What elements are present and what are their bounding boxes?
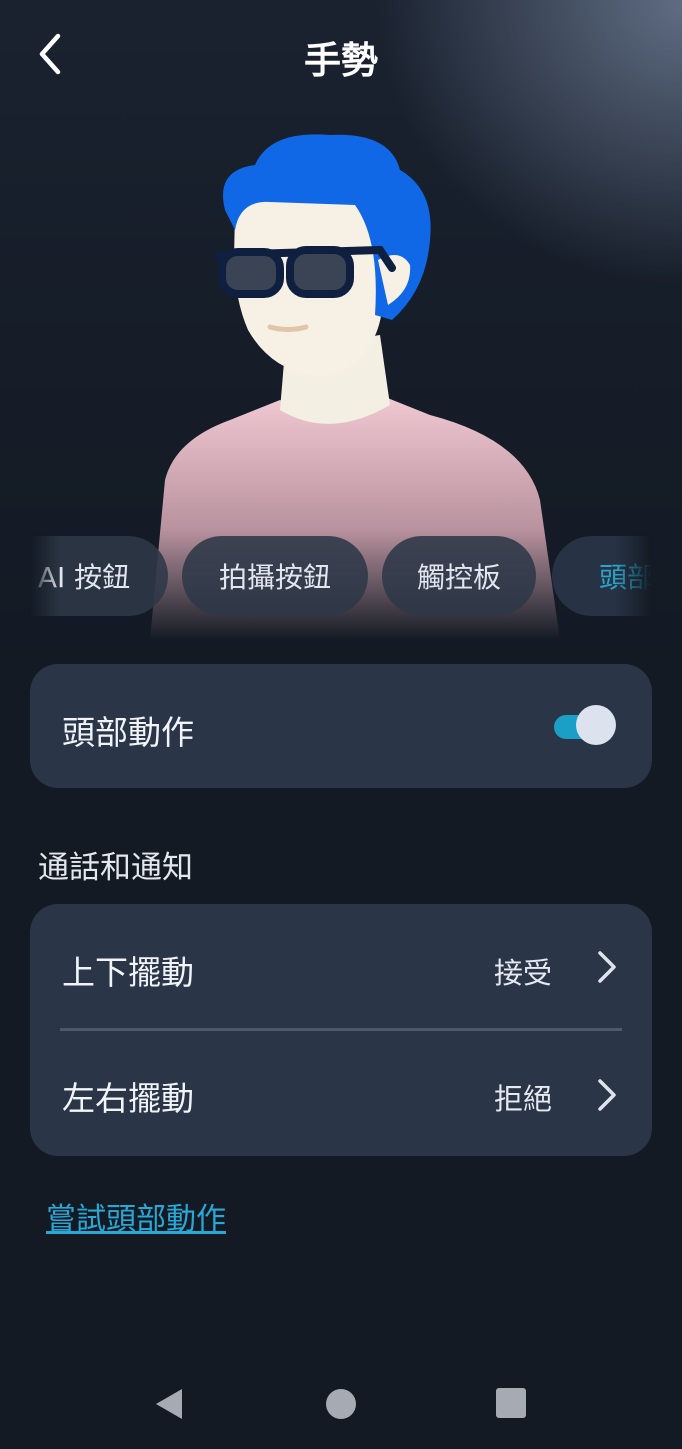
row-value: 拒絕 <box>493 1082 552 1116</box>
chevron-right-icon <box>598 1079 616 1111</box>
try-head-gestures-link[interactable]: 嘗試頭部動作 <box>46 1194 226 1238</box>
page-title: 手勢 <box>304 39 378 82</box>
tab-label: 觸控板 <box>416 561 501 594</box>
nav-back-icon[interactable] <box>154 1387 184 1421</box>
system-nav-bar <box>0 1360 682 1449</box>
section-title-calls-notifications: 通話和通知 <box>38 850 193 886</box>
head-gestures-card: 頭部動作 <box>30 664 652 788</box>
tab-label: 拍攝按鈕 <box>218 561 331 594</box>
tab-touchpad[interactable]: 觸控板 <box>382 536 536 616</box>
gesture-tab-bar: AI 按鈕 拍攝按鈕 觸控板 頭部 <box>30 533 652 619</box>
toggle-knob <box>576 705 616 745</box>
nav-home-icon[interactable] <box>326 1389 356 1419</box>
nav-recents-icon[interactable] <box>496 1388 526 1418</box>
row-label: 左右擺動 <box>62 1079 194 1118</box>
divider <box>60 1028 622 1031</box>
tab-fade-left <box>30 533 60 619</box>
head-gestures-toggle[interactable] <box>554 705 616 747</box>
top-bar: 手勢 <box>0 0 682 110</box>
gesture-settings-card: 上下擺動 接受 左右擺動 拒絕 <box>30 904 652 1156</box>
head-gestures-label: 頭部動作 <box>62 713 194 752</box>
tab-fade-right <box>616 533 652 619</box>
shake-row[interactable]: 左右擺動 拒絕 <box>30 1032 652 1158</box>
row-label: 上下擺動 <box>62 953 194 992</box>
tab-capture-button[interactable]: 拍攝按鈕 <box>182 536 368 616</box>
chevron-right-icon <box>598 951 616 983</box>
row-value: 接受 <box>493 956 552 990</box>
nod-row[interactable]: 上下擺動 接受 <box>30 904 652 1031</box>
